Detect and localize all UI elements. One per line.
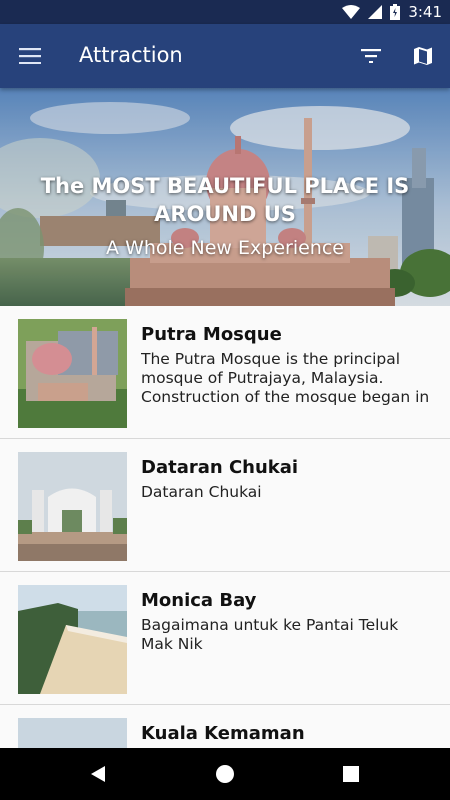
back-button[interactable]	[84, 760, 112, 788]
list-item[interactable]: Dataran Chukai Dataran Chukai	[0, 439, 450, 572]
wifi-icon	[342, 5, 361, 19]
hero-banner: The MOST BEAUTIFUL PLACE IS AROUND US A …	[0, 88, 450, 306]
attraction-title: Monica Bay	[141, 590, 257, 611]
attraction-title: Kuala Kemaman	[141, 723, 305, 744]
recents-icon	[343, 766, 359, 782]
status-bar: 3:41	[0, 0, 450, 24]
menu-button[interactable]	[14, 40, 46, 72]
hamburger-menu-icon	[19, 48, 41, 64]
back-icon	[91, 766, 105, 782]
map-icon	[414, 47, 432, 65]
recents-button[interactable]	[337, 760, 365, 788]
page-title: Attraction	[79, 43, 183, 67]
list-item[interactable]: Putra Mosque The Putra Mosque is the pri…	[0, 306, 450, 439]
home-button[interactable]	[211, 760, 239, 788]
thumbnail-image	[18, 319, 127, 428]
list-item[interactable]: Kuala Kemaman	[0, 705, 450, 748]
list-item[interactable]: Monica Bay Bagaimana untuk ke Pantai Tel…	[0, 572, 450, 705]
signal-icon	[368, 5, 383, 19]
hero-subtitle: A Whole New Experience	[106, 237, 344, 259]
thumbnail-image	[18, 718, 127, 748]
attraction-description: The Putra Mosque is the principal mosque…	[141, 350, 430, 406]
app-bar: Attraction	[0, 24, 450, 88]
filter-button[interactable]	[355, 40, 387, 72]
attraction-title: Putra Mosque	[141, 324, 282, 345]
status-time: 3:41	[408, 3, 442, 21]
system-navigation-bar	[0, 748, 450, 800]
status-icons: 3:41	[342, 0, 442, 24]
thumbnail-image	[18, 452, 127, 561]
hero-title: The MOST BEAUTIFUL PLACE IS AROUND US	[40, 174, 410, 226]
attraction-description: Dataran Chukai	[141, 483, 262, 501]
map-button[interactable]	[407, 40, 439, 72]
battery-icon	[390, 4, 401, 20]
home-icon	[216, 765, 234, 783]
filter-icon	[361, 49, 381, 63]
attraction-title: Dataran Chukai	[141, 457, 299, 478]
attraction-list[interactable]: Putra Mosque The Putra Mosque is the pri…	[0, 306, 450, 748]
attraction-description: Bagaimana untuk ke Pantai Teluk Mak Nik	[141, 616, 399, 653]
thumbnail-image	[18, 585, 127, 694]
